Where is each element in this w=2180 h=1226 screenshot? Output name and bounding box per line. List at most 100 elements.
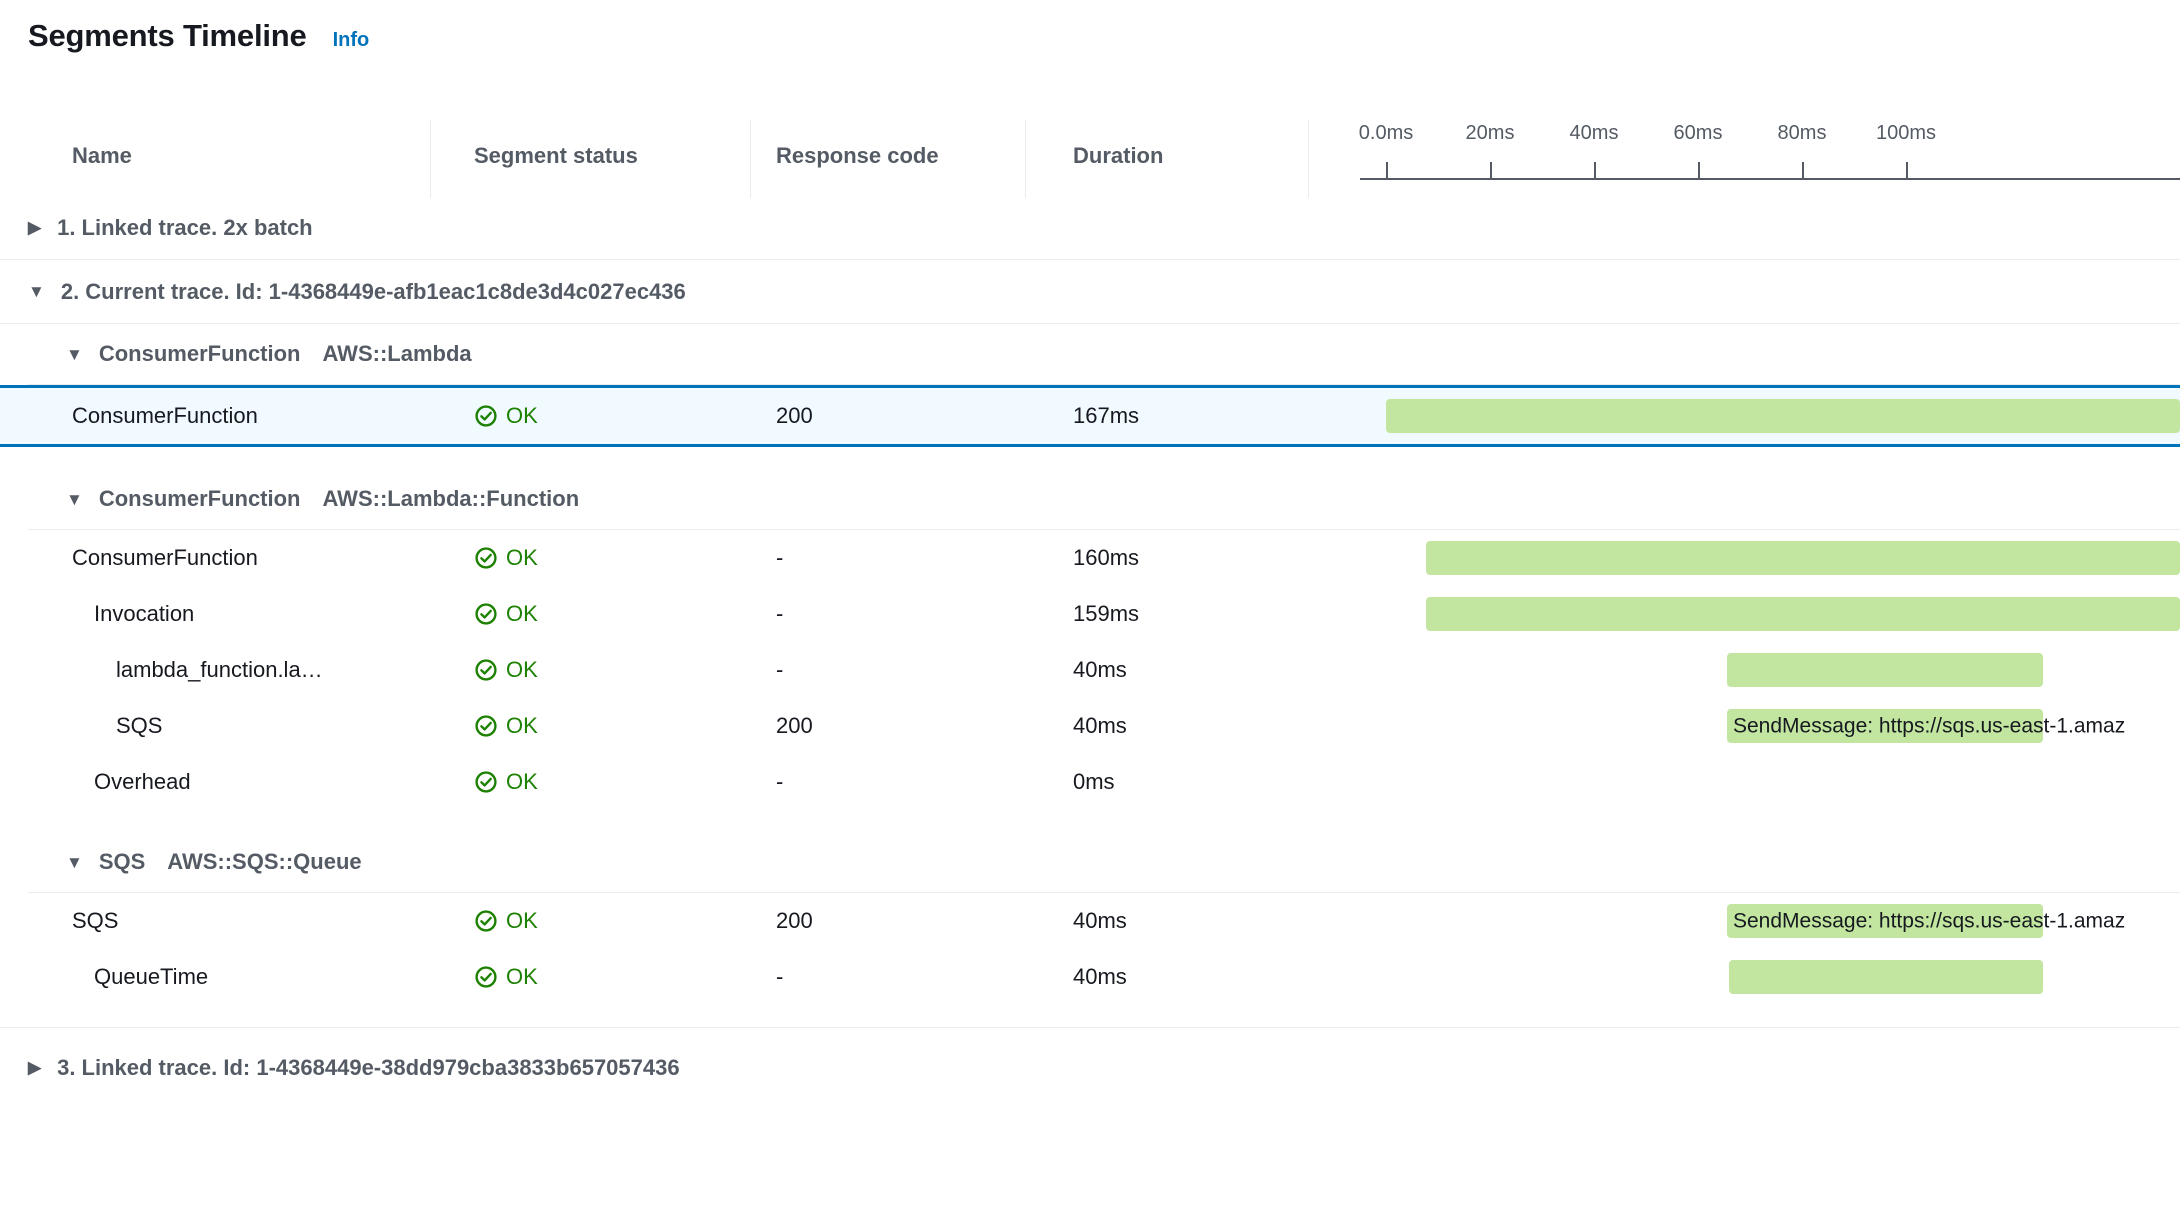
- ruler-axis: [1360, 178, 2180, 180]
- check-circle-icon: [475, 547, 497, 569]
- ruler-tick-label: 60ms: [1673, 122, 1723, 144]
- ruler-tick-label: 100ms: [1875, 122, 1937, 144]
- duration-value: 167ms: [1073, 403, 1140, 428]
- duration-value: 159ms: [1073, 601, 1140, 626]
- trace-label: 1. Linked trace. 2x batch: [57, 214, 313, 240]
- ruler-tick-mark: [1906, 162, 1908, 178]
- table-row[interactable]: SQS OK 200 40ms SendMessage: https://sqs.us-…: [0, 698, 2180, 754]
- group-resource-type: AWS::Lambda: [322, 341, 472, 366]
- status-badge: OK: [474, 642, 538, 698]
- caret-down-icon[interactable]: ▼: [66, 346, 83, 363]
- table-row[interactable]: ConsumerFunction OK 200 167ms: [0, 385, 2180, 447]
- timeline-bar[interactable]: [1386, 399, 2180, 433]
- group-name: ConsumerFunction: [98, 486, 301, 511]
- caret-down-icon[interactable]: ▼: [28, 283, 45, 300]
- timeline-bar-label: SendMessage: https://sqs.us-east-1.amaz: [1733, 909, 2126, 933]
- segment-name: SQS: [72, 908, 119, 933]
- table-row[interactable]: Overhead OK - 0ms: [0, 754, 2180, 810]
- ruler-tick-label: 40ms: [1569, 122, 1619, 144]
- duration-value: 160ms: [1073, 545, 1140, 570]
- group-name: SQS: [98, 849, 146, 874]
- status-badge: OK: [474, 586, 538, 642]
- response-code: 200: [776, 713, 813, 738]
- status-ok: OK: [474, 403, 538, 429]
- page-header: Segments Timeline Info: [28, 18, 369, 54]
- caret-down-icon[interactable]: ▼: [66, 854, 83, 871]
- check-circle-icon: [475, 771, 497, 793]
- response-code: -: [776, 545, 784, 570]
- segment-name: ConsumerFunction: [72, 403, 258, 428]
- column-header-name[interactable]: Name: [72, 116, 132, 196]
- ruler-tick-mark: [1802, 162, 1804, 178]
- status-label: OK: [506, 657, 538, 682]
- status-badge: OK: [474, 698, 538, 754]
- timeline-bar[interactable]: [1426, 597, 2180, 631]
- caret-right-icon[interactable]: ▶: [28, 219, 41, 236]
- status-ok: OK: [474, 908, 538, 934]
- caret-right-icon[interactable]: ▶: [28, 1059, 41, 1076]
- response-code: -: [776, 964, 784, 989]
- segment-group-header[interactable]: ▼ SQS AWS::SQS::Queue: [0, 832, 2180, 892]
- status-label: OK: [506, 713, 538, 738]
- duration-value: 0ms: [1073, 769, 1115, 794]
- trace-label: 2. Current trace. Id: 1-4368449e-afb1eac…: [60, 278, 686, 304]
- status-ok: OK: [474, 601, 538, 627]
- status-label: OK: [506, 403, 538, 428]
- segments-timeline-page: Segments Timeline Info Name Segment stat…: [0, 0, 2180, 1226]
- response-code: -: [776, 769, 784, 794]
- column-header-segment-status[interactable]: Segment status: [474, 116, 638, 196]
- timeline-bar-label: SendMessage: https://sqs.us-east-1.amaz: [1733, 714, 2126, 738]
- segment-group-header[interactable]: ▼ ConsumerFunction AWS::Lambda: [0, 324, 2180, 384]
- segment-name: Overhead: [94, 769, 191, 794]
- table-row[interactable]: ConsumerFunction OK - 160ms: [0, 530, 2180, 586]
- group-resource-type: AWS::SQS::Queue: [167, 849, 362, 874]
- trace-toggle-row[interactable]: ▶ 3. Linked trace. Id: 1-4368449e-38dd979…: [0, 1036, 2180, 1099]
- info-link[interactable]: Info: [333, 29, 370, 52]
- status-badge: OK: [474, 893, 538, 949]
- timeline-bar[interactable]: [1727, 653, 2043, 687]
- segment-group-header[interactable]: ▼ ConsumerFunction AWS::Lambda::Function: [0, 469, 2180, 529]
- column-divider: [750, 120, 751, 198]
- column-header-duration[interactable]: Duration: [1073, 116, 1163, 196]
- status-label: OK: [506, 964, 538, 989]
- table-row[interactable]: QueueTime OK - 40ms: [0, 949, 2180, 1005]
- table-row[interactable]: lambda_function.la… OK - 40ms: [0, 642, 2180, 698]
- status-label: OK: [506, 908, 538, 933]
- timeline-bar[interactable]: [1727, 709, 2043, 743]
- group-name: ConsumerFunction: [98, 341, 301, 366]
- check-circle-icon: [475, 966, 497, 988]
- page-title: Segments Timeline: [28, 18, 307, 53]
- trace-toggle-row[interactable]: ▼ 2. Current trace. Id: 1-4368449e-afb1ea…: [0, 260, 2180, 323]
- ruler-tick-mark: [1698, 162, 1700, 178]
- duration-value: 40ms: [1073, 908, 1127, 933]
- check-circle-icon: [475, 603, 497, 625]
- table-row[interactable]: Invocation OK - 159ms: [0, 586, 2180, 642]
- ruler-tick-label: 20ms: [1465, 122, 1515, 144]
- ruler-tick-mark: [1386, 162, 1388, 178]
- trace-toggle-row[interactable]: ▶ 1. Linked trace. 2x batch: [0, 196, 2180, 259]
- status-label: OK: [506, 601, 538, 626]
- column-divider: [1308, 120, 1309, 198]
- column-header-response-code[interactable]: Response code: [776, 116, 939, 196]
- response-code: 200: [776, 908, 813, 933]
- status-ok: OK: [474, 964, 538, 990]
- check-circle-icon: [475, 659, 497, 681]
- timeline-bar[interactable]: [1426, 541, 2180, 575]
- response-code: 200: [776, 403, 813, 428]
- segments-table-body: ▶ 1. Linked trace. 2x batch ▼ 2. Current tr…: [0, 196, 2180, 1099]
- ruler-tick-label: 80ms: [1777, 122, 1827, 144]
- status-label: OK: [506, 545, 538, 570]
- response-code: -: [776, 601, 784, 626]
- timeline-bar[interactable]: [1729, 960, 2043, 994]
- duration-value: 40ms: [1073, 657, 1127, 682]
- timeline-bar[interactable]: [1727, 904, 2043, 938]
- caret-down-icon[interactable]: ▼: [66, 491, 83, 508]
- segment-name: Invocation: [94, 601, 195, 626]
- table-row[interactable]: SQS OK 200 40ms SendMessage: https://sqs.us-…: [0, 893, 2180, 949]
- segment-name: ConsumerFunction: [72, 545, 258, 570]
- status-label: OK: [506, 769, 538, 794]
- segment-name: QueueTime: [94, 964, 209, 989]
- segment-name: lambda_function.la…: [116, 657, 323, 682]
